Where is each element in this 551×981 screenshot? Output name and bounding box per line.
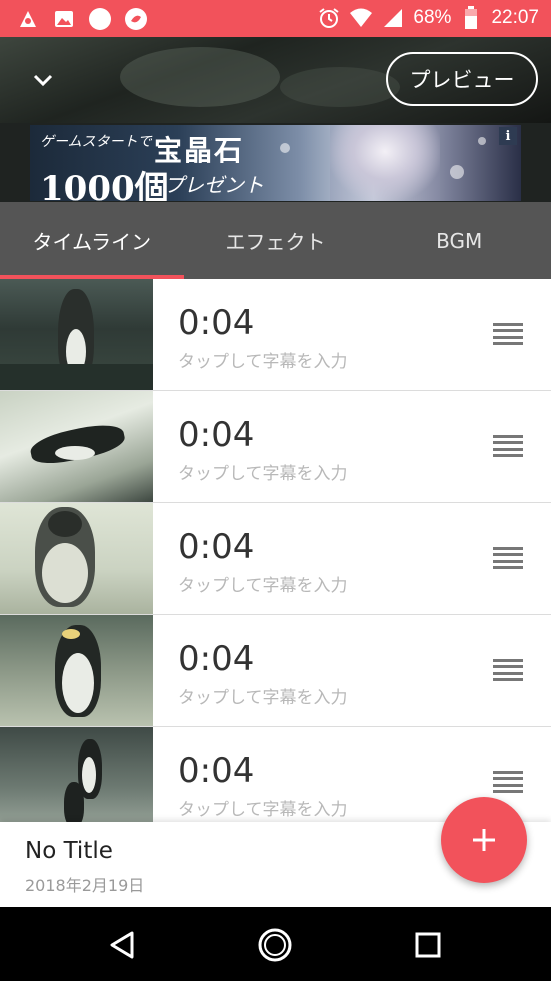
drag-handle-icon[interactable]: [493, 771, 523, 793]
image-icon: [52, 7, 76, 31]
alarm-icon: [317, 6, 341, 30]
clip-duration: 0:04: [178, 751, 255, 791]
chat-app-icon: [124, 7, 148, 31]
clip-thumbnail: [0, 503, 153, 614]
caption-placeholder[interactable]: タップして字幕を入力: [178, 347, 348, 372]
circle-icon: [88, 7, 112, 31]
clip-row[interactable]: 0:04 タップして字幕を入力: [0, 615, 551, 727]
ad-banner-area: ゲームスタートで 宝晶石 1000個 プレゼント i: [0, 123, 551, 202]
ad-info-icon[interactable]: i: [499, 127, 517, 145]
project-date: 2018年2月19日: [25, 876, 145, 895]
back-triangle-icon: [110, 931, 134, 959]
clip-duration: 0:04: [178, 527, 255, 567]
tab-bar: タイムライン エフェクト BGM: [0, 202, 551, 279]
wifi-icon: [349, 6, 373, 30]
ad-text-amount: 1000個: [40, 169, 169, 201]
clip-thumbnail: [0, 615, 153, 726]
battery-percent: 68%: [413, 7, 452, 28]
caption-placeholder[interactable]: タップして字幕を入力: [178, 459, 348, 484]
clip-row[interactable]: 0:04 タップして字幕を入力: [0, 279, 551, 391]
plus-icon: [473, 829, 495, 851]
clip-thumbnail: [0, 391, 153, 502]
caption-placeholder[interactable]: タップして字幕を入力: [178, 683, 348, 708]
ad-text-line1: ゲームスタートで: [40, 134, 152, 150]
signal-icon: [381, 6, 405, 30]
preview-button[interactable]: プレビュー: [386, 52, 538, 106]
tab-timeline[interactable]: タイムライン: [0, 202, 184, 279]
video-header: プレビュー: [0, 37, 551, 123]
ad-character-image: [330, 125, 440, 201]
collapse-button[interactable]: [26, 63, 60, 97]
add-clip-button[interactable]: [441, 797, 527, 883]
recents-square-icon: [415, 932, 441, 958]
tab-effect[interactable]: エフェクト: [184, 202, 368, 279]
drag-handle-icon[interactable]: [493, 659, 523, 681]
chevron-down-icon: [33, 74, 53, 87]
back-nav-button[interactable]: [102, 925, 142, 965]
ad-text-present: プレゼント: [164, 173, 264, 197]
clip-thumbnail: [0, 279, 153, 390]
clip-thumbnail: [0, 727, 153, 822]
drag-handle-icon[interactable]: [493, 323, 523, 345]
system-nav-bar: [0, 907, 551, 981]
app-notification-icon: [16, 7, 40, 31]
home-circle-icon: [258, 928, 292, 962]
drag-handle-icon[interactable]: [493, 547, 523, 569]
caption-placeholder[interactable]: タップして字幕を入力: [178, 571, 348, 596]
clip-row[interactable]: 0:04 タップして字幕を入力: [0, 391, 551, 503]
clip-row[interactable]: 0:04 タップして字幕を入力: [0, 503, 551, 615]
clip-duration: 0:04: [178, 303, 255, 343]
recents-nav-button[interactable]: [408, 925, 448, 965]
caption-placeholder[interactable]: タップして字幕を入力: [178, 795, 348, 820]
clip-list: 0:04 タップして字幕を入力 0:04 タップして字幕を入力 0:04 タップ…: [0, 279, 551, 822]
status-bar: 68% 22:07: [0, 0, 551, 37]
clip-duration: 0:04: [178, 415, 255, 455]
drag-handle-icon[interactable]: [493, 435, 523, 457]
home-nav-button[interactable]: [255, 925, 295, 965]
project-title[interactable]: No Title: [25, 838, 113, 864]
tab-bgm[interactable]: BGM: [367, 202, 551, 279]
clip-duration: 0:04: [178, 639, 255, 679]
battery-icon: [459, 6, 483, 30]
clock-time: 22:07: [491, 7, 539, 28]
ad-banner[interactable]: ゲームスタートで 宝晶石 1000個 プレゼント i: [30, 125, 521, 201]
